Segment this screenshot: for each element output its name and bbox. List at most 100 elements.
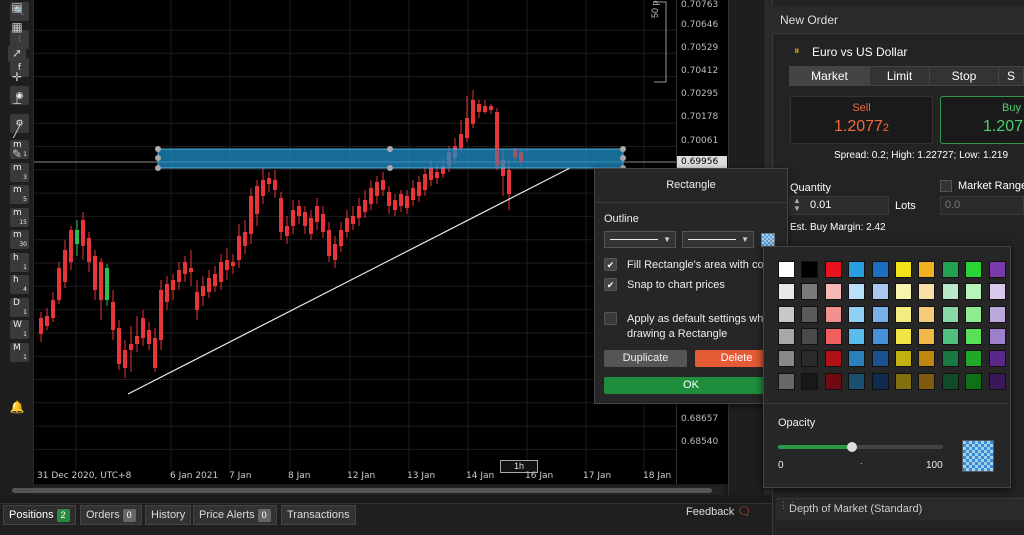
- color-swatch[interactable]: [778, 327, 795, 345]
- candle[interactable]: [201, 276, 205, 306]
- candle[interactable]: [309, 210, 313, 240]
- color-swatch[interactable]: [871, 283, 889, 301]
- rectangle-handle[interactable]: [387, 146, 393, 152]
- timeframe-D1[interactable]: D1: [10, 297, 29, 317]
- timeframe-m15[interactable]: m 15: [10, 207, 29, 227]
- candle[interactable]: [327, 222, 331, 262]
- candle[interactable]: [255, 180, 259, 226]
- candle[interactable]: [213, 266, 217, 292]
- candle[interactable]: [291, 200, 295, 234]
- candle[interactable]: [315, 198, 319, 230]
- color-swatch[interactable]: [801, 305, 819, 323]
- timeframe-m30[interactable]: m 30: [10, 230, 29, 249]
- trendline-icon[interactable]: ╱: [8, 124, 26, 140]
- fill-checkbox[interactable]: ✔: [604, 258, 617, 271]
- pencil-icon[interactable]: ✎: [8, 147, 26, 163]
- candle[interactable]: [483, 100, 487, 114]
- color-swatch[interactable]: [801, 283, 819, 301]
- timeframe-h4[interactable]: h4: [10, 275, 29, 294]
- candle[interactable]: [57, 262, 61, 304]
- color-swatch[interactable]: [988, 350, 1006, 368]
- candle[interactable]: [105, 264, 109, 306]
- candle[interactable]: [273, 170, 277, 198]
- color-swatch[interactable]: [824, 305, 842, 323]
- color-swatch[interactable]: [871, 350, 889, 368]
- timeframe-W1[interactable]: W1: [10, 320, 29, 339]
- color-swatch[interactable]: [988, 261, 1006, 278]
- color-swatch[interactable]: [918, 372, 936, 390]
- quantity-stepper-icon[interactable]: ▲ ▼: [793, 197, 801, 213]
- candle[interactable]: [237, 224, 241, 268]
- candle[interactable]: [207, 270, 211, 298]
- candle[interactable]: [381, 172, 385, 196]
- candle[interactable]: [459, 120, 463, 152]
- duplicate-button[interactable]: Duplicate: [604, 350, 687, 367]
- line-width-select[interactable]: ▼: [682, 231, 754, 248]
- candle[interactable]: [303, 206, 307, 234]
- tab-limit[interactable]: Limit: [869, 66, 930, 86]
- color-swatch[interactable]: [988, 283, 1006, 301]
- candle[interactable]: [351, 206, 355, 230]
- color-swatch[interactable]: [801, 261, 819, 278]
- candle[interactable]: [363, 190, 367, 218]
- candle[interactable]: [261, 168, 265, 204]
- candle[interactable]: [165, 276, 169, 310]
- candle[interactable]: [345, 210, 349, 238]
- bottom-tab-orders[interactable]: Orders 0: [80, 505, 142, 525]
- candle[interactable]: [339, 222, 343, 252]
- candle[interactable]: [123, 340, 127, 378]
- color-swatch[interactable]: [988, 327, 1006, 345]
- candle[interactable]: [225, 248, 229, 280]
- crosshair-icon[interactable]: ✛: [8, 70, 26, 86]
- color-swatch[interactable]: [941, 327, 959, 345]
- horizontal-scrollbar-thumb[interactable]: [12, 488, 712, 493]
- candle[interactable]: [147, 322, 151, 350]
- color-swatch[interactable]: [824, 261, 842, 278]
- color-swatch[interactable]: [848, 283, 866, 301]
- trendline[interactable]: [127, 167, 571, 395]
- color-swatch[interactable]: [778, 283, 795, 301]
- color-swatch[interactable]: [848, 350, 866, 368]
- candle[interactable]: [81, 212, 85, 260]
- bottom-tab-positions[interactable]: Positions 2: [3, 505, 76, 525]
- color-swatch[interactable]: [848, 327, 866, 345]
- color-swatch[interactable]: [778, 372, 795, 390]
- cursor-icon[interactable]: ➚: [8, 46, 26, 62]
- color-swatch[interactable]: [965, 261, 983, 278]
- color-swatch[interactable]: [918, 261, 936, 278]
- color-swatch[interactable]: [965, 327, 983, 345]
- candle[interactable]: [219, 254, 223, 290]
- timeframe-m5[interactable]: m5: [10, 185, 29, 204]
- quantity-input[interactable]: 0.01: [789, 196, 889, 215]
- candle[interactable]: [39, 312, 43, 342]
- candle[interactable]: [183, 256, 187, 282]
- layout-icon[interactable]: ▦: [8, 20, 26, 36]
- color-swatch[interactable]: [895, 372, 912, 390]
- price-chart[interactable]: [34, 0, 676, 484]
- color-swatch[interactable]: [871, 305, 889, 323]
- symbol-name[interactable]: Euro vs US Dollar: [812, 45, 907, 59]
- candle[interactable]: [171, 274, 175, 300]
- color-swatch[interactable]: [778, 350, 795, 368]
- color-swatch[interactable]: [965, 372, 983, 390]
- candle[interactable]: [279, 192, 283, 240]
- color-swatch[interactable]: [778, 261, 795, 278]
- candle[interactable]: [45, 308, 49, 330]
- color-swatch[interactable]: [941, 305, 959, 323]
- candle[interactable]: [489, 104, 493, 114]
- candle[interactable]: [423, 166, 427, 196]
- drag-handle-icon[interactable]: ⏸: [794, 45, 800, 58]
- candle[interactable]: [249, 188, 253, 244]
- candle[interactable]: [117, 320, 121, 370]
- bottom-tab-transactions[interactable]: Transactions: [281, 505, 356, 525]
- layers-icon[interactable]: ▤: [8, 0, 26, 16]
- color-swatch[interactable]: [965, 305, 983, 323]
- market-range-checkbox[interactable]: [940, 180, 952, 192]
- candle[interactable]: [357, 198, 361, 226]
- rectangle-handle[interactable]: [387, 165, 393, 171]
- candle[interactable]: [387, 186, 391, 214]
- color-swatch[interactable]: [824, 350, 842, 368]
- candle[interactable]: [471, 90, 475, 128]
- color-swatch[interactable]: [871, 327, 889, 345]
- color-swatch[interactable]: [778, 305, 795, 323]
